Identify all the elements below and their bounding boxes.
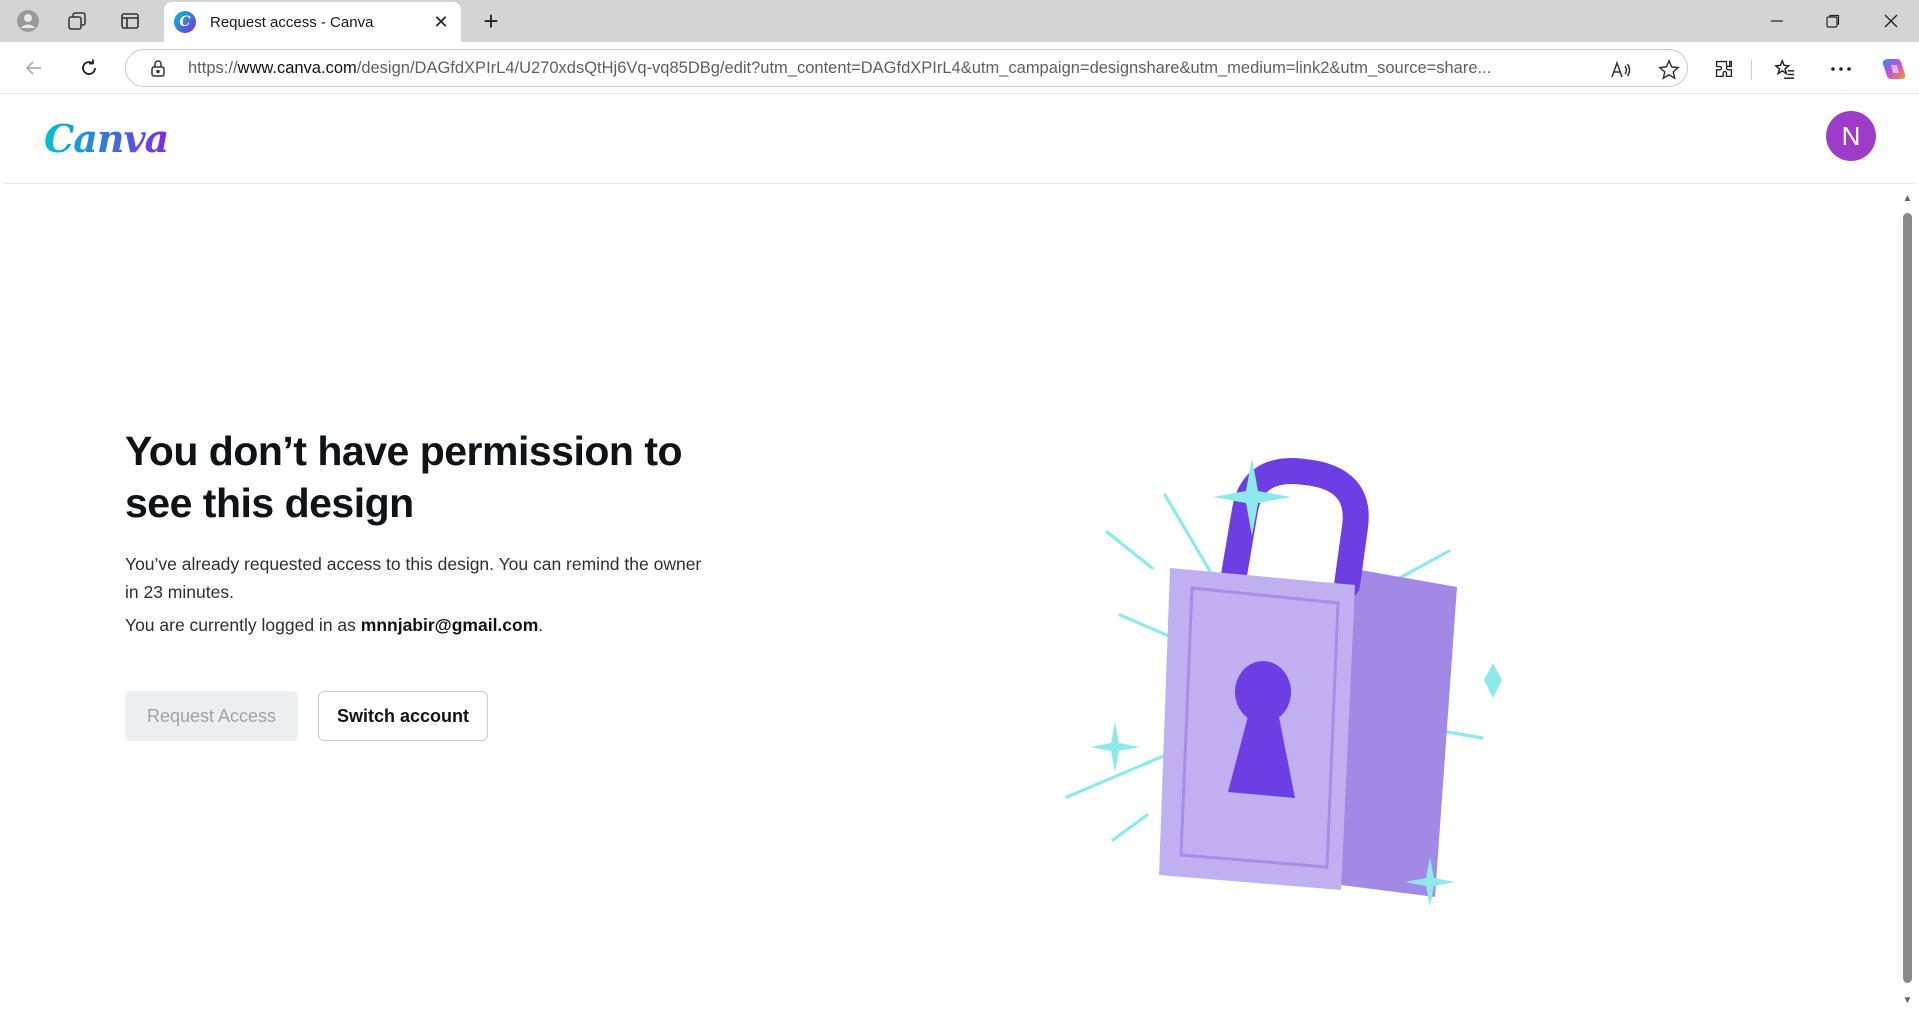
page-scrollbar[interactable]: ▲ ▼: [1896, 185, 1919, 1012]
browser-toolbar: https://www.canva.com/design/DAGfdXPIrL4…: [0, 42, 1919, 94]
padlock-illustration: [1065, 458, 1502, 907]
minimize-icon[interactable]: [1749, 0, 1805, 42]
close-tab-icon[interactable]: ✕: [427, 8, 455, 36]
lock-icon[interactable]: [148, 58, 168, 78]
read-aloud-icon[interactable]: [1610, 59, 1632, 81]
main-content: You don’t have permission to see this de…: [0, 185, 1900, 1012]
close-window-icon[interactable]: [1863, 0, 1919, 42]
canva-logo[interactable]: Canva: [44, 116, 169, 161]
back-arrow-icon[interactable]: [19, 53, 49, 83]
refresh-icon[interactable]: [74, 53, 104, 83]
logged-in-suffix: .: [538, 615, 544, 635]
active-tab[interactable]: C Request access - Canva ✕: [164, 2, 461, 42]
canva-favicon: C: [174, 11, 196, 33]
logged-in-email: mnnjabir@gmail.com: [360, 615, 539, 635]
switch-account-button[interactable]: Switch account: [318, 691, 488, 741]
profile-icon[interactable]: [14, 7, 42, 35]
tab-title: Request access - Canva: [210, 13, 374, 31]
scroll-up-arrow-icon[interactable]: ▲: [1902, 193, 1913, 204]
workspaces-icon[interactable]: [63, 7, 91, 35]
favorite-star-icon[interactable]: [1658, 59, 1680, 81]
lock-side: [1341, 569, 1457, 897]
more-options-icon[interactable]: [1826, 54, 1856, 84]
browser-tab-bar: C Request access - Canva ✕ +: [0, 0, 1919, 42]
restore-icon[interactable]: [1805, 0, 1861, 42]
request-access-button[interactable]: Request Access: [125, 691, 298, 741]
reminder-message: You’ve already requested access to this …: [125, 554, 702, 602]
new-tab-button[interactable]: +: [476, 6, 506, 36]
scrollbar-thumb[interactable]: [1903, 213, 1912, 983]
url-text[interactable]: https://www.canva.com/design/DAGfdXPIrL4…: [188, 59, 1568, 78]
page-title: You don’t have permission to see this de…: [125, 428, 683, 526]
avatar[interactable]: N: [1826, 111, 1876, 161]
logged-in-message: You are currently logged in as mnnjabir@…: [125, 611, 705, 639]
vertical-tabs-icon[interactable]: [116, 7, 144, 35]
favorites-list-icon[interactable]: [1770, 54, 1800, 84]
toolbar-separator: [1751, 60, 1752, 80]
logged-in-prefix: You are currently logged in as: [125, 615, 361, 635]
copilot-icon[interactable]: [1879, 54, 1909, 84]
extensions-icon[interactable]: [1709, 54, 1739, 84]
scroll-down-arrow-icon[interactable]: ▼: [1902, 995, 1913, 1006]
address-bar[interactable]: https://www.canva.com/design/DAGfdXPIrL4…: [125, 49, 1688, 87]
canva-header: Canva N: [4, 94, 1915, 184]
